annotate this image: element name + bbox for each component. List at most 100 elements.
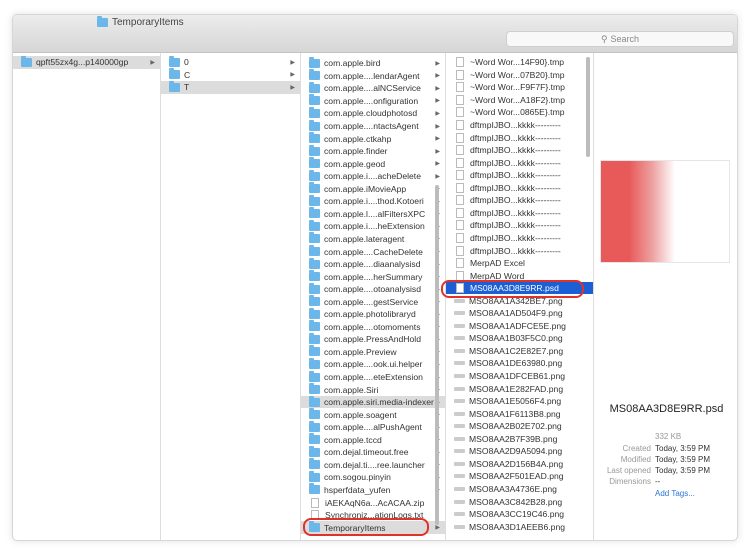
list-item[interactable]: ~Word Wor...0865E}.tmp [446, 106, 593, 119]
list-item[interactable]: MerpAD Excel [446, 257, 593, 270]
list-item[interactable]: com.apple....ntactsAgent ▶ [301, 119, 445, 133]
list-item[interactable]: com.apple.iMovieApp▶ [301, 182, 445, 196]
list-item[interactable]: dftmpIJBO...kkkk--------- [446, 232, 593, 245]
list-item[interactable]: MSO8AA1B03F5C0.png [446, 332, 593, 345]
list-item[interactable]: dftmpIJBO...kkkk--------- [446, 182, 593, 195]
list-item[interactable]: com.apple.bird ▶ [301, 56, 445, 70]
search-input[interactable]: ⚲ Search [506, 31, 734, 47]
highlight-ring-psd [441, 280, 584, 298]
list-item[interactable]: com.apple.cloudphotosd ▶ [301, 106, 445, 120]
list-item[interactable]: MSO8AA3CC19C46.png [446, 508, 593, 521]
list-item[interactable]: com.apple.ctkahp ▶ [301, 132, 445, 145]
list-item[interactable]: com.dejal.ti....ree.launcher▶ [301, 458, 445, 472]
list-item[interactable]: com.apple.tccd▶ [301, 433, 445, 447]
list-item[interactable]: MSO8AA2B7F39B.png [446, 433, 593, 446]
list-item[interactable]: com.apple....diaanalysisd▶ [301, 257, 445, 271]
file-icon [454, 436, 465, 441]
list-item[interactable]: MSO8AA2B02E702.png [446, 420, 593, 433]
column-3-scrollbar[interactable] [435, 185, 439, 525]
list-item[interactable]: com.apple....eteExtension▶ [301, 370, 445, 384]
list-item[interactable]: MSO8AA3C842B28.png [446, 495, 593, 508]
list-item[interactable]: T ▶ [161, 80, 300, 94]
list-item[interactable]: MSO8AA3A4736E.png [446, 483, 593, 496]
list-item[interactable]: com.apple....alNCService ▶ [301, 81, 445, 95]
chevron-right-icon: ▶ [290, 59, 295, 66]
item-label: MSO8AA2F501EAD.png [469, 471, 564, 482]
list-item[interactable]: 0 ▶ [161, 55, 300, 69]
list-item[interactable]: com.dejal.timeout.free▶ [301, 445, 445, 459]
list-item[interactable]: iAEKAqN6a...AcACAA.zip [301, 496, 445, 509]
list-item[interactable]: com.apple.Siri▶ [301, 383, 445, 396]
list-item[interactable]: MSO8AA1DFCEB61.png [446, 370, 593, 383]
list-item[interactable]: hsperfdata_yufen▶ [301, 483, 445, 497]
list-item[interactable]: com.apple.siri.media-indexer▶ [301, 395, 445, 409]
chevron-right-icon: ▶ [435, 98, 440, 105]
file-icon [456, 170, 464, 181]
list-item[interactable]: MSO8AA3D1AEEB6.png [446, 520, 593, 533]
list-item[interactable]: MSO8AA2F501EAD.png [446, 470, 593, 483]
file-icon [454, 361, 465, 366]
list-item[interactable]: C ▶ [161, 68, 300, 82]
list-item[interactable]: dftmpIJBO...kkkk--------- [446, 156, 593, 169]
list-item[interactable]: com.apple....CacheDelete▶ [301, 245, 445, 258]
list-item[interactable]: com.apple....onfiguration ▶ [301, 94, 445, 108]
list-item[interactable]: MSO8AA1E282FAD.png [446, 382, 593, 395]
item-label: MSO8AA2D9A5094.png [469, 446, 563, 457]
item-label: MSO8AA1E282FAD.png [469, 383, 564, 394]
list-item[interactable]: dftmpIJBO...kkkk--------- [446, 219, 593, 232]
file-icon [454, 449, 465, 454]
list-item[interactable]: com.apple.i....heExtension▶ [301, 219, 445, 233]
list-item[interactable]: dftmpIJBO...kkkk--------- [446, 244, 593, 257]
list-item[interactable]: MSO8AA1F6113B8.png [446, 407, 593, 420]
list-item[interactable]: dftmpIJBO...kkkk--------- [446, 131, 593, 144]
list-item[interactable]: com.apple.i....thod.Kotoeri▶ [301, 194, 445, 208]
list-item[interactable]: com.apple.lateragent▶ [301, 232, 445, 246]
list-item[interactable]: com.apple.l....alFiltersXPC▶ [301, 207, 445, 221]
list-item[interactable]: com.apple....alPushAgent▶ [301, 420, 445, 434]
list-item[interactable]: MSO8AA1ADFCE5E.png [446, 320, 593, 333]
list-item[interactable]: ~Word Wor...14F90}.tmp [446, 56, 593, 69]
list-item[interactable]: com.apple.PressAndHold▶ [301, 332, 445, 346]
list-item[interactable]: com.apple....lendarAgent ▶ [301, 69, 445, 83]
folder-icon [169, 55, 180, 67]
list-item[interactable]: com.apple.soagent▶ [301, 408, 445, 421]
list-item[interactable]: MSO8AA1DE63980.png [446, 357, 593, 370]
list-item[interactable]: com.apple.photolibraryd▶ [301, 307, 445, 321]
item-label: MSO8AA3A4736E.png [469, 483, 557, 494]
item-label: ~Word Wor...A18F2}.tmp [470, 94, 565, 105]
list-item[interactable]: ~Word Wor...F9F7F}.tmp [446, 81, 593, 94]
list-item[interactable]: MSO8AA1E5056F4.png [446, 395, 593, 408]
list-item[interactable]: dftmpIJBO...kkkk--------- [446, 194, 593, 207]
list-item[interactable]: MSO8AA1AD504F9.png [446, 307, 593, 320]
list-item[interactable]: com.apple.geod ▶ [301, 157, 445, 170]
list-item[interactable]: com.apple....ook.ui.helper▶ [301, 357, 445, 371]
list-item[interactable]: ~Word Wor...07B20}.tmp [446, 69, 593, 82]
list-item[interactable]: qpft55zx4g...p140000gp ▶ [13, 55, 160, 69]
list-item[interactable]: dftmpIJBO...kkkk--------- [446, 144, 593, 157]
list-item[interactable]: MSO8AA2D9A5094.png [446, 445, 593, 458]
list-item[interactable]: dftmpIJBO...kkkk--------- [446, 207, 593, 220]
column-4-scrollbar[interactable] [586, 57, 590, 157]
item-label: MSO8AA1DFCEB61.png [469, 371, 566, 382]
list-item[interactable]: com.apple.Preview▶ [301, 345, 445, 359]
list-item[interactable]: com.sogou.pinyin▶ [301, 470, 445, 484]
list-item[interactable]: MSO8AA2D156B4A.png [446, 458, 593, 471]
list-item[interactable]: com.apple....herSummary▶ [301, 270, 445, 283]
add-tags-link[interactable]: Add Tags... [655, 489, 695, 498]
list-item[interactable]: dftmpIJBO...kkkk--------- [446, 119, 593, 132]
item-label: com.apple....alPushAgent [324, 422, 422, 433]
item-label: com.apple....ntactsAgent [324, 121, 419, 132]
list-item[interactable]: com.apple....gestService▶ [301, 295, 445, 308]
list-item[interactable]: com.apple....otoanalysisd▶ [301, 282, 445, 296]
list-item[interactable]: com.apple.finder ▶ [301, 144, 445, 158]
file-icon [454, 474, 465, 479]
created-label: Created [622, 444, 651, 453]
folder-icon [309, 132, 320, 144]
list-item[interactable]: ~Word Wor...A18F2}.tmp [446, 94, 593, 107]
list-item[interactable]: MSO8AA1C2E82E7.png [446, 345, 593, 358]
folder-icon [309, 420, 320, 432]
list-item[interactable]: com.apple....otomoments▶ [301, 320, 445, 334]
list-item[interactable]: com.apple.i....acheDelete ▶ [301, 169, 445, 183]
item-label: MSO8AA1B03F5C0.png [469, 333, 563, 344]
list-item[interactable]: dftmpIJBO...kkkk--------- [446, 169, 593, 182]
